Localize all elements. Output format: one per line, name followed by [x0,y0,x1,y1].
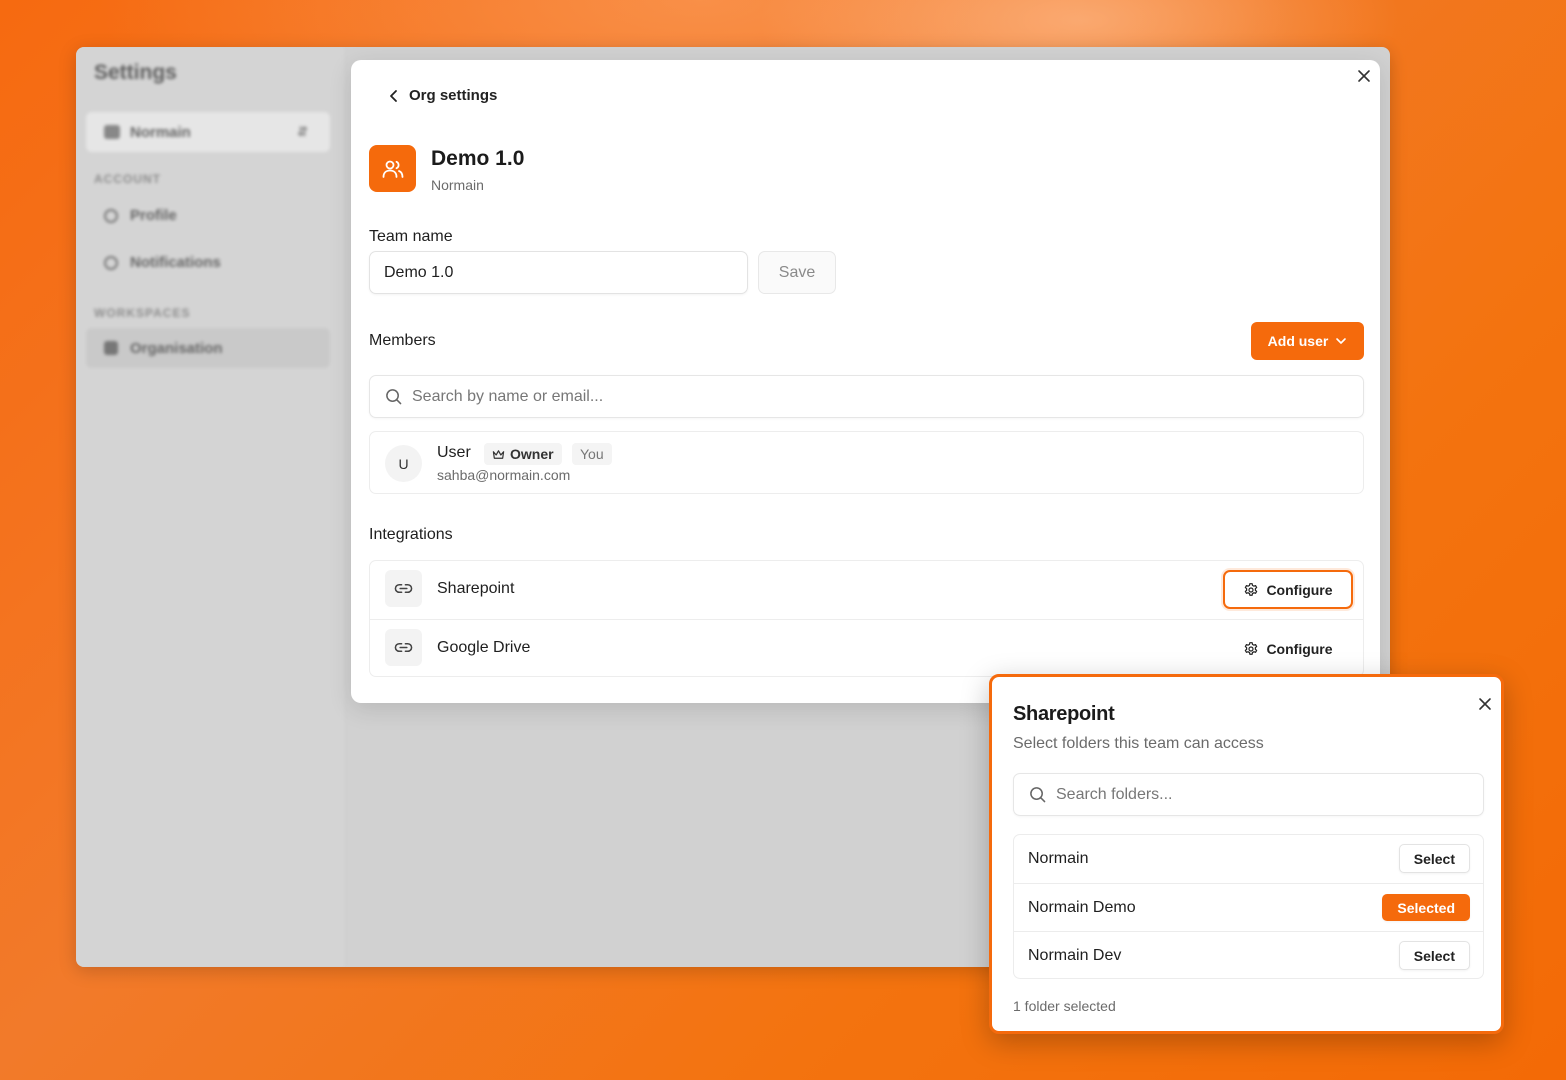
list-item: Normain Demo Selected [1014,883,1483,931]
configure-label: Configure [1266,640,1333,657]
link-icon [385,570,422,607]
integration-row-sharepoint: Sharepoint Configure [370,561,1363,619]
member-row: U User Owner You sahba@normain.com [369,431,1364,494]
members-heading: Members [369,332,436,349]
team-avatar [369,145,416,192]
chevron-left-icon [390,89,397,102]
crown-icon [492,449,505,459]
sidebar-item-notifications[interactable]: Notifications [104,254,221,271]
select-folder-button[interactable]: Select [1398,941,1470,970]
popup-title: Sharepoint [1013,703,1115,725]
section-workspaces: WORKSPACES [94,306,191,320]
team-title: Demo 1.0 [431,147,525,170]
search-icon [386,389,402,405]
integration-row-google-drive: Google Drive Configure [370,619,1363,677]
close-icon [1358,70,1370,82]
add-user-button[interactable]: Add user [1251,322,1364,360]
configure-sharepoint-button[interactable]: Configure [1223,570,1353,609]
close-modal-button[interactable] [1357,69,1371,83]
folder-name: Normain Demo [1028,899,1136,916]
bell-icon [104,255,118,270]
folder-list: Normain Select Normain Demo Selected Nor… [1013,834,1484,979]
gear-icon [1245,582,1258,596]
close-icon [1479,698,1491,710]
save-button[interactable]: Save [758,251,836,294]
avatar: U [385,445,422,482]
integration-name: Google Drive [437,639,531,656]
close-popup-button[interactable] [1478,697,1492,711]
gear-icon [1245,641,1258,655]
sidebar-item-profile[interactable]: Profile [104,207,177,224]
owner-badge: Owner [484,443,562,465]
list-item: Normain Select [1014,835,1483,883]
selected-folder-button[interactable]: Selected [1382,894,1470,921]
chevron-down-icon [1336,338,1347,344]
user-icon [104,208,118,223]
popup-subtitle: Select folders this team can access [1013,735,1264,752]
member-search[interactable] [369,375,1364,418]
org-switcher[interactable]: Normain ⇵ [86,112,330,152]
member-search-input[interactable] [412,376,1363,417]
users-icon [382,160,403,178]
chevron-up-down-icon: ⇵ [297,124,308,139]
integration-name: Sharepoint [437,580,515,597]
sidebar-item-label: Profile [130,207,177,224]
team-name-label: Team name [369,228,453,245]
back-link-label: Org settings [409,87,498,104]
building-icon [104,341,118,355]
link-icon [385,629,422,666]
configure-google-drive-button[interactable]: Configure [1223,629,1353,668]
you-badge: You [572,443,612,465]
folder-search[interactable] [1013,773,1484,816]
configure-label: Configure [1266,581,1333,598]
integrations-heading: Integrations [369,526,453,543]
sharepoint-config-popup: Sharepoint Select folders this team can … [989,674,1504,1034]
team-name-input[interactable] [369,251,748,294]
add-user-label: Add user [1267,333,1329,349]
section-account: ACCOUNT [94,172,161,186]
member-name: User [437,444,471,461]
list-item: Normain Dev Select [1014,931,1483,979]
search-icon [1030,787,1046,803]
folder-search-input[interactable] [1056,774,1483,815]
team-org-name: Normain [431,177,484,193]
select-folder-button[interactable]: Select [1398,844,1470,873]
member-email: sahba@normain.com [437,467,571,483]
folder-name: Normain Dev [1028,947,1122,964]
settings-sidebar: Settings Normain ⇵ ACCOUNT Profile Notif… [76,47,344,967]
owner-badge-label: Owner [510,446,554,462]
building-icon [104,125,120,139]
org-switcher-label: Normain [130,123,191,141]
sidebar-item-label: Notifications [130,254,221,271]
settings-title: Settings [94,61,177,84]
integrations-list: Sharepoint Configure Google Drive Config… [369,560,1364,677]
folder-name: Normain [1028,850,1089,867]
sidebar-item-label: Organisation [130,339,223,357]
selection-count: 1 folder selected [1013,998,1116,1014]
sidebar-item-organisation[interactable]: Organisation [86,328,330,368]
back-link-org-settings[interactable]: Org settings [387,87,497,104]
org-settings-modal: Org settings Demo 1.0 Normain Team name … [351,60,1380,703]
